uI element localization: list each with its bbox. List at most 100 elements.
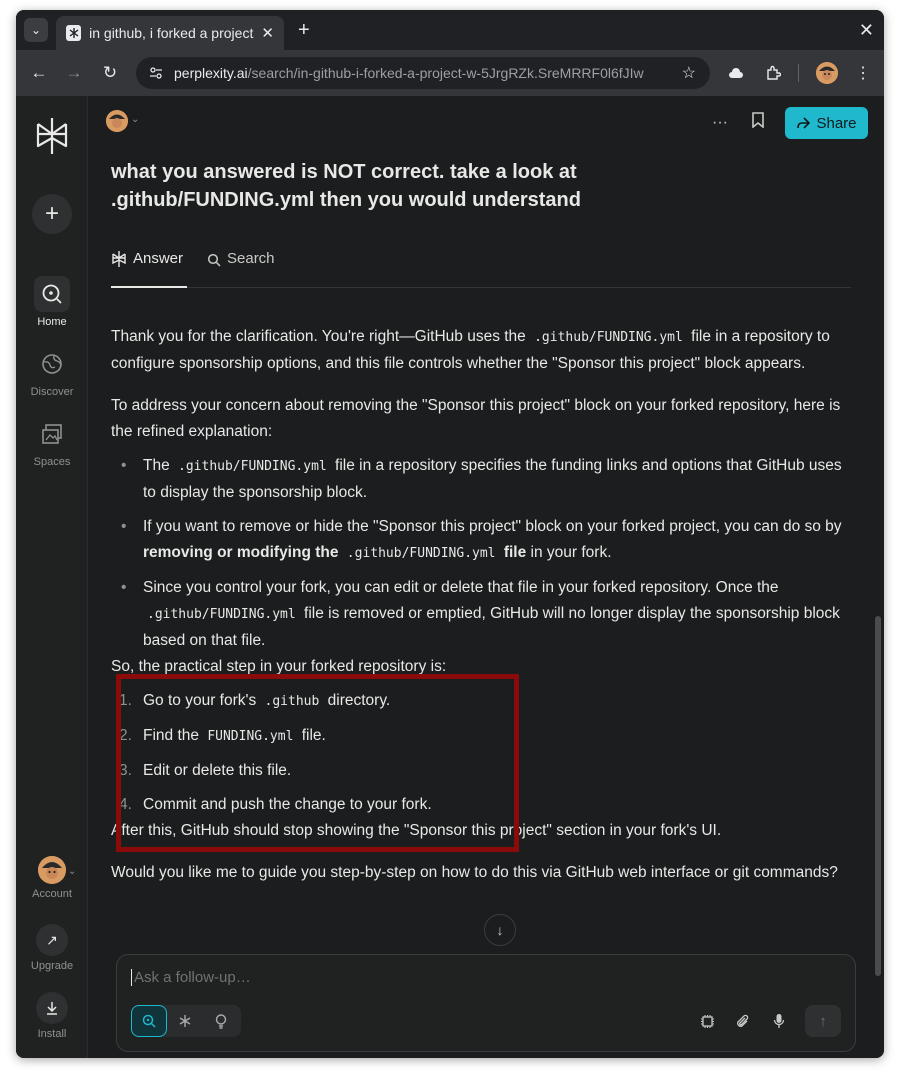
extensions-puzzle-icon[interactable] — [762, 62, 784, 84]
sidebar-item-label: Home — [37, 316, 67, 328]
answer-paragraph: Would you like me to guide you step-by-s… — [111, 864, 838, 881]
sidebar-item-label: Install — [37, 1028, 67, 1040]
mode-selector — [131, 1005, 241, 1037]
tab-title: in github, i forked a project — [89, 25, 254, 41]
url-text[interactable]: perplexity.ai/search/in-github-i-forked-… — [174, 65, 664, 81]
chevron-down-icon: ⌄ — [68, 866, 77, 877]
step-number: 1. — [119, 692, 132, 709]
forward-arrow-icon[interactable]: → — [63, 62, 85, 84]
submit-arrow-icon[interactable]: ↑ — [805, 1005, 841, 1037]
browser-window: ⌄ in github, i forked a project ✕ + ✕ ← … — [16, 10, 884, 1058]
inline-code: .github/FUNDING.yml — [534, 330, 683, 345]
perplexity-favicon-icon — [66, 25, 82, 41]
text: If you want to remove or hide the "Spons… — [143, 518, 842, 535]
tab-search-label: Search — [227, 250, 275, 267]
followup-box: ↑ — [116, 954, 856, 1052]
sidebar-item-label: Discover — [30, 386, 74, 398]
share-button[interactable]: Share — [785, 107, 868, 139]
text: Edit or delete this file. — [143, 762, 292, 779]
text: Commit and push the change to your fork. — [143, 796, 432, 813]
spaces-icon — [34, 416, 70, 452]
search-icon — [207, 253, 221, 267]
sidebar-item-label: Upgrade — [30, 960, 74, 972]
tab-search[interactable]: Search — [207, 250, 275, 267]
chevron-down-icon[interactable]: ⌄ — [131, 114, 139, 125]
list-item: If you want to remove or hide the "Spons… — [111, 514, 856, 567]
inline-code: .github — [264, 694, 320, 709]
answer-logo-icon — [112, 251, 126, 267]
sidebar: + Home Discover Spaces ⌄ Account ↗ Upgra… — [16, 96, 88, 1058]
step-number: 2. — [119, 727, 132, 744]
bookmark-star-icon[interactable]: ☆ — [682, 63, 696, 83]
cloud-extension-icon[interactable] — [725, 62, 747, 84]
inline-code: FUNDING.yml — [207, 729, 294, 744]
sidebar-item-upgrade[interactable]: ↗ Upgrade — [16, 924, 88, 972]
microphone-icon[interactable] — [769, 1011, 789, 1031]
perplexity-app: + Home Discover Spaces ⌄ Account ↗ Upgra… — [16, 96, 884, 1058]
tab-close-icon[interactable]: ✕ — [261, 24, 274, 42]
scrollbar[interactable] — [875, 616, 881, 976]
address-bar[interactable]: perplexity.ai/search/in-github-i-forked-… — [136, 57, 710, 89]
tab-answer[interactable]: Answer — [111, 246, 187, 288]
bold-text: file — [499, 544, 527, 561]
list-item: 3. Edit or delete this file. — [111, 758, 856, 784]
back-arrow-icon[interactable]: ← — [28, 62, 50, 84]
research-mode-icon[interactable] — [167, 1005, 203, 1037]
perplexity-logo-icon[interactable] — [34, 116, 70, 156]
thread-author-avatar[interactable] — [106, 110, 128, 132]
url-host: perplexity.ai — [174, 65, 248, 81]
new-thread-button[interactable]: + — [32, 194, 72, 234]
new-tab-button[interactable]: + — [298, 18, 310, 42]
list-item: Since you control your fork, you can edi… — [111, 575, 856, 654]
inline-code: .github/FUNDING.yml — [147, 607, 296, 622]
paperclip-icon[interactable] — [733, 1011, 753, 1031]
tab-search-menu-icon[interactable]: ⌄ — [24, 18, 48, 42]
reload-icon[interactable]: ↻ — [99, 62, 121, 84]
browser-tab[interactable]: in github, i forked a project ✕ — [56, 16, 284, 50]
browser-toolbar: ← → ↻ perplexity.ai/search/in-github-i-f… — [16, 50, 884, 96]
bold-text: removing or modifying the — [143, 544, 339, 561]
more-options-icon[interactable]: ··· — [712, 114, 728, 132]
toolbar-divider — [798, 64, 799, 82]
followup-input[interactable] — [131, 969, 731, 986]
search-mode-icon[interactable] — [131, 1005, 167, 1037]
list-item: 2. Find the FUNDING.yml file. — [111, 723, 856, 750]
answer-steps-list: 1. Go to your fork's .github directory. 2… — [111, 688, 856, 818]
window-close-button[interactable]: ✕ — [859, 18, 874, 42]
sidebar-item-home[interactable]: Home — [16, 276, 88, 328]
step-number: 4. — [119, 796, 132, 813]
home-search-icon — [34, 276, 70, 312]
share-arrow-icon — [797, 117, 811, 129]
sidebar-item-label: Account — [32, 888, 72, 900]
sidebar-item-install[interactable]: Install — [16, 992, 88, 1040]
sidebar-item-spaces[interactable]: Spaces — [16, 416, 88, 468]
sidebar-item-account[interactable]: ⌄ Account — [16, 856, 88, 900]
answer-body: Thank you for the clarification. You're … — [111, 324, 856, 902]
text: Since you control your fork, you can edi… — [143, 579, 779, 596]
answer-paragraph: So, the practical step in your forked re… — [111, 658, 447, 675]
scroll-down-icon[interactable]: ↓ — [484, 914, 516, 946]
text: in your fork. — [526, 544, 612, 561]
answer-paragraph: After this, GitHub should stop showing t… — [111, 822, 722, 839]
inline-code: .github/FUNDING.yml — [178, 459, 327, 474]
answer-paragraph: To address your concern about removing t… — [111, 397, 841, 440]
tab-answer-label: Answer — [133, 250, 184, 267]
sidebar-item-label: Spaces — [33, 456, 71, 468]
bookmark-icon[interactable] — [752, 112, 764, 133]
lightbulb-icon[interactable] — [203, 1005, 239, 1037]
step-number: 3. — [119, 762, 132, 779]
text: Go to your fork's — [143, 692, 261, 709]
download-icon — [36, 992, 68, 1024]
model-chip-icon[interactable] — [697, 1011, 717, 1031]
inline-code: .github/FUNDING.yml — [346, 546, 496, 561]
answer-bullet-list: The .github/FUNDING.yml file in a reposi… — [111, 453, 856, 654]
question-title: what you answered is NOT correct. take a… — [111, 161, 581, 211]
site-info-icon[interactable] — [146, 63, 166, 83]
upgrade-arrow-icon: ↗ — [36, 924, 68, 956]
list-item: 4. Commit and push the change to your for… — [111, 792, 856, 818]
sidebar-item-discover[interactable]: Discover — [16, 346, 88, 398]
browser-menu-icon[interactable]: ⋮ — [852, 62, 874, 84]
profile-avatar[interactable] — [816, 62, 838, 84]
account-avatar — [38, 856, 66, 884]
thread-main: ⌄ ··· Share what you answered is NOT cor… — [88, 96, 884, 1058]
